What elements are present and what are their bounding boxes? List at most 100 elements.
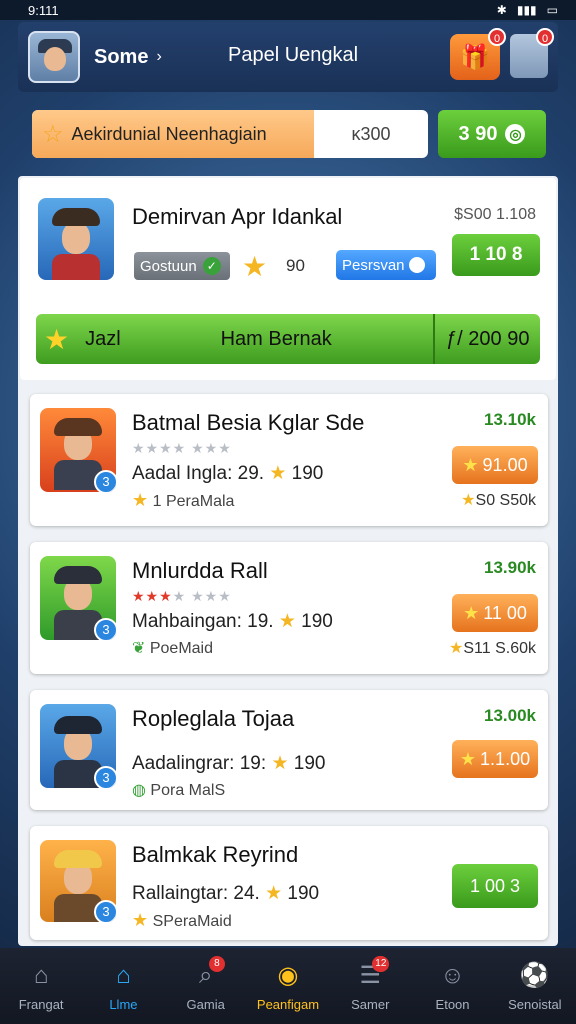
profile-button[interactable]: 0: [510, 28, 554, 78]
gift-icon: 🎁: [460, 43, 490, 71]
star-icon: ★: [449, 640, 464, 657]
item-top-value: 13.90k: [484, 558, 536, 577]
star-icon: ☆: [42, 120, 64, 148]
item-stat-label: Aadal Ingla: 29.: [132, 463, 265, 484]
star-icon: ★: [278, 611, 296, 632]
nav-item-etoon[interactable]: ☺ Etoon: [411, 948, 493, 1024]
profile-badge: 0: [536, 28, 554, 46]
grey-tag-label: Gostuun: [140, 257, 197, 275]
nav-label: Llme: [109, 996, 138, 1012]
item-sub-label: Pora MalS: [150, 782, 226, 799]
nav-item-frangat[interactable]: ⌂ Frangat: [0, 948, 82, 1024]
item-sub-label: SPeraMaid: [152, 913, 232, 930]
nav-badge: 12: [372, 956, 390, 972]
featured-blue-tag[interactable]: Pesrsvan: [336, 250, 436, 280]
nav-label: Gamia: [186, 996, 225, 1012]
search-value[interactable]: ĸ300: [314, 110, 428, 158]
item-stat: Mahbaingan: 19. ★ 190: [132, 610, 333, 633]
character-face: [62, 222, 90, 254]
item-stat-value: 190: [301, 611, 333, 632]
check-icon: ✓: [202, 257, 221, 275]
nav-item-samer[interactable]: ☰ 12 Samer: [329, 948, 411, 1024]
item-button-label: 11 00: [483, 602, 527, 623]
nav-label: Etoon: [435, 996, 470, 1012]
item-avatar-icon: 3: [40, 408, 116, 492]
search-bar[interactable]: ☆ Aekirdunial Neenhagiain ĸ300: [32, 110, 428, 158]
character-hat: [52, 208, 100, 226]
nav-label: Peanfigam: [256, 996, 320, 1012]
item-sub: ◍ Pora MalS: [132, 780, 225, 800]
featured-buy-button[interactable]: 1 10 8: [452, 234, 540, 276]
leaf-icon: ◍: [132, 782, 146, 799]
featured-title: Demirvan Apr Idankal: [132, 204, 343, 229]
level-badge: 3: [94, 618, 116, 640]
chevron-right-icon[interactable]: ›: [156, 48, 161, 66]
search-label: Aekirdunial Neenhagiain: [71, 123, 267, 144]
gift-badge: 0: [488, 28, 506, 46]
item-bottom-value: ★S11 S.60k: [449, 638, 536, 658]
item-button-label: 1.1.00: [480, 748, 531, 769]
house-active-icon: ⌂: [116, 961, 131, 989]
featured-action-bar[interactable]: ★ Jazl Ham Bernak ƒ/ 200 90: [36, 314, 540, 364]
character-body: [52, 254, 100, 280]
list-item[interactable]: 3 Balmkak Reyrind Rallaingtar: 24. ★ 190…: [30, 826, 548, 940]
character-hat: [54, 566, 102, 584]
item-stat-value: 190: [293, 753, 326, 774]
item-sub-label: PoeMaid: [149, 640, 214, 657]
nav-item-senoistal[interactable]: ⚽ Senoistal: [494, 948, 576, 1024]
item-bottom-label: S11 S.60k: [463, 640, 536, 657]
avatar-face: [44, 47, 66, 71]
star-icon: ★: [462, 454, 479, 475]
nav-item-peanfigam[interactable]: ◉ Peanfigam: [247, 948, 329, 1024]
user-name[interactable]: Some: [94, 46, 148, 69]
star-icon: ★: [132, 910, 149, 930]
list-item[interactable]: 3 Mnlurdda Rall ★★★★ ★★★ Mahbaingan: 19.…: [30, 542, 548, 674]
bar-label-mid: Ham Bernak: [220, 327, 332, 350]
nav-label: Samer: [351, 996, 390, 1012]
nav-item-gamia[interactable]: ⌕ 8 Gamia: [165, 948, 247, 1024]
featured-rating: 90: [286, 256, 305, 275]
list-item[interactable]: 3 Ropleglala Tojaa Aadalingrar: 19: ★ 19…: [30, 690, 548, 810]
featured-card[interactable]: Demirvan Apr Idankal $S00 1.108 Gostuun …: [20, 178, 556, 380]
item-sub: ★ SPeraMaid: [132, 910, 232, 931]
item-stat: Aadalingrar: 19: ★ 190: [132, 752, 325, 775]
leaf-icon: ❦: [132, 640, 146, 657]
item-buy-button[interactable]: 1 00 3: [452, 864, 538, 908]
item-avatar-icon: 3: [40, 704, 116, 788]
circle-icon: [408, 257, 425, 273]
status-time: 9:111: [28, 2, 59, 18]
item-stat-label: Aadalingrar: 19:: [132, 753, 267, 774]
character-hair: [54, 850, 102, 868]
coins-button[interactable]: 3 90 ◎: [438, 110, 546, 158]
item-stat: Rallaingtar: 24. ★ 190: [132, 882, 319, 905]
star-icon: ★: [242, 251, 268, 282]
star-icon: ★: [459, 748, 477, 769]
item-stat-label: Rallaingtar: 24.: [132, 883, 260, 904]
bottom-nav: ⌂ Frangat ⌂ Llme ⌕ 8 Gamia ◉ Peanfigam ☰…: [0, 948, 576, 1024]
star-icon: ★: [265, 883, 283, 904]
nav-badge: 8: [208, 956, 225, 972]
person-icon: ☺: [440, 961, 465, 989]
star-icon: ★: [461, 492, 476, 509]
level-badge: 3: [94, 900, 116, 922]
nav-item-llme[interactable]: ⌂ Llme: [82, 948, 164, 1024]
item-title: Ropleglala Tojaa: [132, 706, 295, 731]
item-bottom-value: ★S0 S50k: [461, 490, 536, 510]
item-title: Balmkak Reyrind: [132, 842, 299, 867]
item-top-value: 13.00k: [484, 706, 536, 725]
gift-button[interactable]: 🎁 0: [450, 28, 506, 80]
featured-grey-tag[interactable]: Gostuun ✓: [134, 252, 230, 280]
item-buy-button[interactable]: ★ 1.1.00: [452, 740, 538, 778]
item-top-value: 13.10k: [484, 410, 536, 429]
user-avatar[interactable]: [28, 31, 80, 83]
ball-icon: ⚽: [519, 962, 550, 989]
item-avatar-icon: 3: [40, 840, 116, 922]
item-buy-button[interactable]: ★ 91.00: [452, 446, 538, 484]
star-icon: ★: [44, 323, 70, 355]
star-icon: ★: [463, 602, 480, 623]
status-icons: ✱ ▮▮▮ ▭: [497, 3, 558, 17]
status-bar: 9:111 ✱ ▮▮▮ ▭: [0, 0, 576, 20]
list-item[interactable]: 3 Batmal Besia Kglar Sde ★★★★ ★★★ Aadal …: [30, 394, 548, 526]
item-buy-button[interactable]: ★ 11 00: [452, 594, 538, 632]
bar-value[interactable]: ƒ/ 200 90: [433, 314, 540, 364]
